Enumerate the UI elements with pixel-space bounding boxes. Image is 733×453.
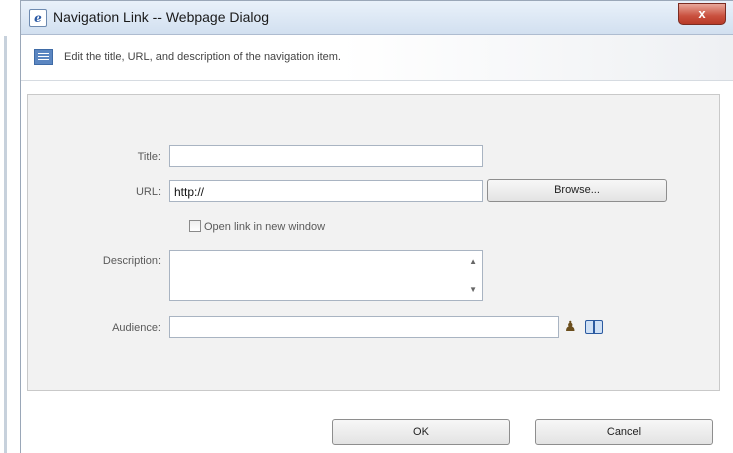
audience-label: Audience:: [112, 322, 161, 334]
dialog-window: e Navigation Link -- Webpage Dialog x Ed…: [20, 0, 733, 453]
form-panel: Title: URL: http:// Browse... Open link …: [27, 94, 720, 391]
open-new-window-label: Open link in new window: [204, 221, 326, 233]
title-bar[interactable]: e Navigation Link -- Webpage Dialog x: [21, 1, 733, 35]
audience-input[interactable]: [169, 316, 559, 338]
ok-button[interactable]: OK: [332, 419, 510, 445]
scroll-up-icon[interactable]: ▲: [469, 257, 477, 266]
url-input-value: http://: [174, 185, 205, 199]
url-label: URL:: [135, 186, 161, 198]
address-book-icon[interactable]: [585, 320, 603, 334]
description-label: Description:: [102, 255, 161, 267]
url-input[interactable]: http://: [169, 180, 483, 202]
description-textarea[interactable]: ▲ ▼: [169, 250, 483, 301]
people-picker-icon[interactable]: ♟: [564, 318, 577, 335]
open-new-window-checkbox[interactable]: [189, 220, 201, 232]
cancel-button[interactable]: Cancel: [535, 419, 713, 445]
browse-button[interactable]: Browse...: [487, 179, 667, 202]
background-strip: [0, 0, 20, 453]
ie-icon: e: [29, 9, 47, 27]
list-icon: [34, 49, 53, 65]
dialog-header: Edit the title, URL, and description of …: [21, 35, 733, 81]
window-title: Navigation Link -- Webpage Dialog: [53, 9, 270, 25]
title-input[interactable]: [169, 145, 483, 167]
header-description: Edit the title, URL, and description of …: [64, 51, 341, 63]
background-edge: [4, 36, 7, 453]
close-button[interactable]: x: [678, 3, 726, 25]
scroll-down-icon[interactable]: ▼: [469, 285, 477, 294]
title-label: Title:: [137, 151, 161, 163]
